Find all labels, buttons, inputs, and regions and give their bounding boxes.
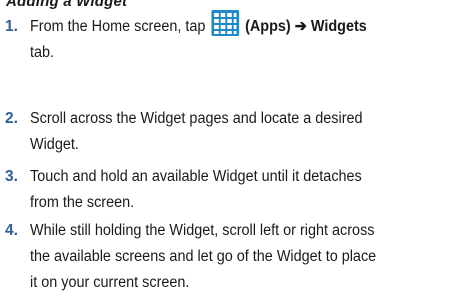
step-line: Touch and hold an available Widget until… <box>30 168 362 185</box>
step-line: While still holding the Widget, scroll l… <box>30 222 375 239</box>
step-text: From the Home screen, tap (Apps) ➔ Widge… <box>30 9 439 66</box>
step-text: Scroll across the Widget pages and locat… <box>30 106 439 158</box>
step-number: 4. <box>5 222 18 239</box>
step-number: 2. <box>5 110 18 127</box>
step-number: 1. <box>5 18 18 35</box>
step-line: From the Home screen, tap (Apps) ➔ Widge… <box>30 9 439 40</box>
step-line: tab. <box>30 44 55 61</box>
apps-label: (Apps) <box>245 18 291 35</box>
step-text: Touch and hold an available Widget until… <box>30 164 439 216</box>
widgets-label: Widgets <box>310 18 367 35</box>
step-line: Scroll across the Widget pages and locat… <box>30 110 363 127</box>
instruction-page: Adding a Widget 1. From the Home screen,… <box>0 0 472 291</box>
arrow-glyph: ➔ <box>294 18 307 35</box>
step-number: 3. <box>5 168 18 185</box>
step-text: While still holding the Widget, scroll l… <box>30 218 439 296</box>
section-heading: Adding a Widget <box>6 0 128 10</box>
step-line: from the screen. <box>30 194 135 211</box>
step-text-segment: From the Home screen, tap <box>30 18 210 35</box>
step-line: the available screens and let go of the … <box>30 248 377 265</box>
step-line: Widget. <box>30 136 79 153</box>
step-line: it on your current screen. <box>30 274 190 291</box>
apps-grid-icon <box>211 9 240 36</box>
